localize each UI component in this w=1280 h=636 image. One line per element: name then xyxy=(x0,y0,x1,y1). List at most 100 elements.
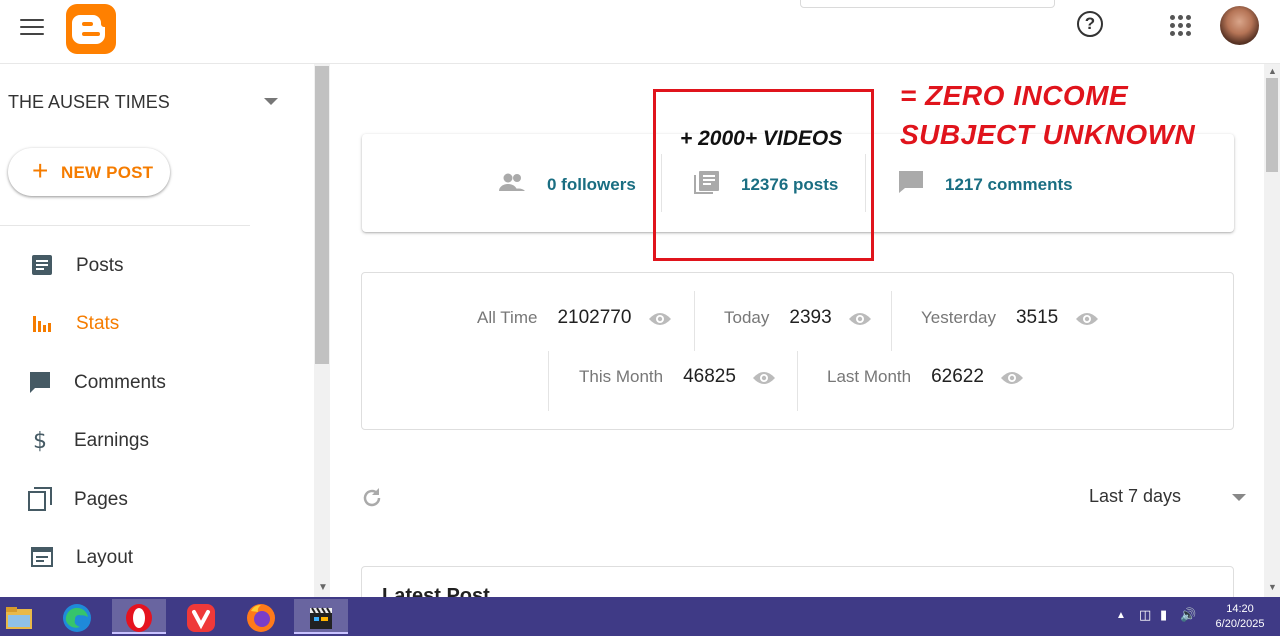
sidebar-item-label: Stats xyxy=(76,313,120,334)
stats-icon xyxy=(33,316,51,332)
scroll-down-icon[interactable]: ▼ xyxy=(318,582,328,593)
chevron-down-icon xyxy=(264,98,278,105)
blog-selector[interactable]: THE AUSER TIMES xyxy=(8,92,288,116)
sidebar: THE AUSER TIMES + NEW POST Posts Stats C… xyxy=(0,64,330,597)
volume-icon[interactable]: 🔊 xyxy=(1180,607,1196,623)
avatar[interactable] xyxy=(1220,6,1259,45)
new-post-button[interactable]: + NEW POST xyxy=(8,148,170,196)
eye-icon xyxy=(1001,371,1024,384)
stat-label: Last Month xyxy=(827,367,912,386)
sidebar-item-stats[interactable]: Stats xyxy=(0,299,300,347)
clock-date: 6/20/2025 xyxy=(1215,618,1265,630)
eye-icon xyxy=(648,312,671,325)
annotation-subject-unknown: SUBJECT UNKNOWN xyxy=(900,119,1196,150)
blogger-app: ? THE AUSER TIMES + NEW POST Posts Stats… xyxy=(0,0,1280,597)
scroll-down-icon[interactable]: ▼ xyxy=(1268,582,1277,592)
stat-label: This Month xyxy=(579,367,664,386)
top-bar: ? xyxy=(0,0,1280,64)
sidebar-item-posts[interactable]: Posts xyxy=(0,241,300,289)
taskbar-file-explorer[interactable] xyxy=(0,599,54,634)
annotation-videos: + 2000+ VIDEOS xyxy=(680,127,843,150)
sidebar-item-label: Posts xyxy=(76,255,124,276)
firefox-icon xyxy=(247,604,275,632)
posts-icon xyxy=(32,255,52,275)
help-icon[interactable]: ? xyxy=(1077,11,1103,37)
new-post-label: NEW POST xyxy=(61,163,154,182)
followers-count: 0 followers xyxy=(547,175,636,194)
scrollbar-thumb[interactable] xyxy=(315,66,329,364)
blogger-logo-icon[interactable] xyxy=(66,4,116,54)
chevron-down-icon xyxy=(1232,494,1246,501)
stat-value: 46825 xyxy=(683,366,736,387)
taskbar-video-editor[interactable] xyxy=(294,599,348,634)
edge-icon xyxy=(63,604,91,632)
clock-time: 14:20 xyxy=(1226,603,1254,615)
tray-overflow-icon[interactable]: ▲ xyxy=(1116,610,1126,621)
pageviews-this-month: This Month 46825 xyxy=(579,366,776,396)
earnings-icon: $ xyxy=(33,429,47,452)
refresh-icon[interactable] xyxy=(360,486,384,510)
divider xyxy=(548,351,549,411)
pageviews-today: Today 2393 xyxy=(724,307,872,337)
stat-label: Yesterday xyxy=(921,308,996,327)
scroll-up-icon[interactable]: ▲ xyxy=(1268,66,1277,76)
comments-icon xyxy=(30,372,50,393)
comments-count: 1217 comments xyxy=(945,175,1073,194)
apps-grid-icon[interactable] xyxy=(1170,15,1192,37)
pageviews-last-month: Last Month 62622 xyxy=(827,366,1024,396)
sidebar-item-label: Comments xyxy=(74,372,166,393)
stat-label: Today xyxy=(724,308,770,327)
latest-post-card: Latest Post xyxy=(361,566,1234,597)
scrollbar-thumb[interactable] xyxy=(1266,78,1278,172)
divider xyxy=(891,291,892,351)
taskbar-firefox[interactable] xyxy=(234,599,288,634)
sidebar-item-layout[interactable]: Layout xyxy=(0,533,300,581)
people-icon xyxy=(499,173,525,191)
eye-icon xyxy=(849,312,872,325)
taskbar: ▲ ◫ ▮ 🔊 14:20 6/20/2025 xyxy=(0,597,1280,636)
pageviews-card: All Time 2102770 Today 2393 Yesterday 3515 … xyxy=(361,272,1234,430)
latest-post-title: Latest Post xyxy=(382,585,490,597)
annotation-zero-income: = ZERO INCOME xyxy=(900,80,1129,111)
taskbar-opera[interactable] xyxy=(112,599,166,634)
comments-stat[interactable]: 1217 comments xyxy=(897,166,1077,200)
pageviews-yesterday: Yesterday 3515 xyxy=(921,307,1099,337)
stat-value: 2393 xyxy=(789,307,832,328)
pages-icon xyxy=(28,487,52,511)
divider xyxy=(694,291,695,351)
vivaldi-icon xyxy=(187,604,215,632)
date-range-value: Last 7 days xyxy=(1089,486,1182,506)
opera-icon xyxy=(126,604,152,632)
eye-icon xyxy=(1075,312,1098,325)
sidebar-item-comments[interactable]: Comments xyxy=(0,358,300,406)
sidebar-item-earnings[interactable]: $ Earnings xyxy=(0,416,300,464)
date-range-select[interactable]: Last 7 days xyxy=(1089,486,1249,512)
plus-icon: + xyxy=(32,155,49,186)
sidebar-item-pages[interactable]: Pages xyxy=(0,475,300,523)
file-explorer-icon xyxy=(6,607,32,629)
divider xyxy=(797,351,798,411)
stat-value: 3515 xyxy=(1015,307,1059,328)
clock[interactable]: 14:20 6/20/2025 xyxy=(1212,602,1268,632)
comment-icon xyxy=(899,171,923,193)
video-editor-icon xyxy=(310,607,332,629)
signal-icon[interactable]: ▮ xyxy=(1160,607,1167,623)
menu-icon[interactable] xyxy=(20,16,44,40)
search-box[interactable] xyxy=(800,0,1055,8)
sidebar-item-label: Pages xyxy=(74,489,128,510)
stat-value: 2102770 xyxy=(557,307,632,328)
sidebar-item-label: Layout xyxy=(76,547,134,568)
network-icon[interactable]: ◫ xyxy=(1139,607,1151,623)
stat-label: All Time xyxy=(477,308,538,327)
blog-name: THE AUSER TIMES xyxy=(8,92,170,112)
eye-icon xyxy=(753,371,776,384)
stat-value: 62622 xyxy=(931,366,984,387)
followers-stat[interactable]: 0 followers xyxy=(498,166,648,200)
divider xyxy=(0,225,250,226)
sidebar-scrollbar[interactable]: ▼ xyxy=(314,64,330,597)
pageviews-all-time: All Time 2102770 xyxy=(477,307,672,337)
taskbar-vivaldi[interactable] xyxy=(174,599,228,634)
main-scrollbar[interactable]: ▲ ▼ xyxy=(1264,64,1280,597)
sidebar-item-label: Earnings xyxy=(74,430,149,451)
taskbar-edge[interactable] xyxy=(50,599,104,634)
